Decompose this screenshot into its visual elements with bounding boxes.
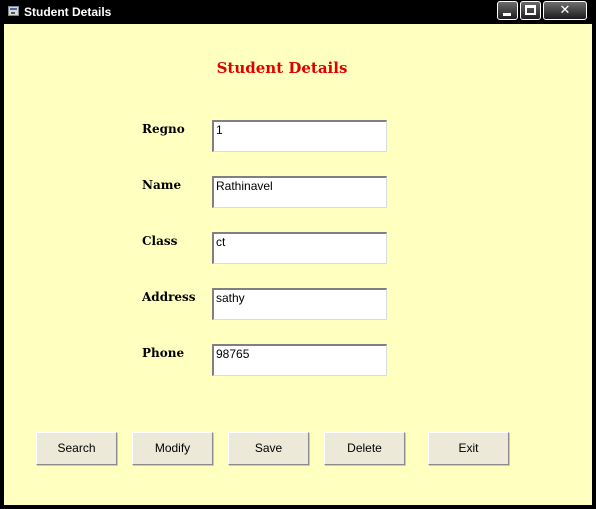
- maximize-icon: [525, 5, 536, 15]
- minimize-icon: [503, 13, 511, 16]
- class-label: Class: [142, 234, 178, 248]
- name-field[interactable]: Rathinavel: [212, 176, 387, 208]
- exit-button[interactable]: Exit: [428, 432, 509, 465]
- student-details-window: Student Details ✕ Student Details Regno …: [0, 0, 596, 509]
- regno-field[interactable]: 1: [212, 120, 387, 152]
- form-area: Student Details Regno 1 Name Rathinavel …: [4, 24, 592, 505]
- save-button[interactable]: Save: [228, 432, 309, 465]
- address-label: Address: [142, 290, 196, 304]
- modify-button[interactable]: Modify: [132, 432, 213, 465]
- title-bar[interactable]: Student Details ✕: [0, 0, 596, 24]
- minimize-button[interactable]: [497, 1, 518, 20]
- delete-button[interactable]: Delete: [324, 432, 405, 465]
- regno-label: Regno: [142, 122, 185, 136]
- maximize-button[interactable]: [520, 1, 541, 20]
- class-field[interactable]: ct: [212, 232, 387, 264]
- search-button[interactable]: Search: [36, 432, 117, 465]
- phone-label: Phone: [142, 346, 185, 360]
- form-heading: Student Details: [216, 59, 348, 77]
- address-field[interactable]: sathy: [212, 288, 387, 320]
- app-icon[interactable]: [8, 6, 19, 16]
- phone-field[interactable]: 98765: [212, 344, 387, 376]
- close-icon: ✕: [559, 3, 571, 18]
- close-button[interactable]: ✕: [543, 1, 587, 20]
- window-title: Student Details: [24, 5, 112, 19]
- name-label: Name: [142, 178, 182, 192]
